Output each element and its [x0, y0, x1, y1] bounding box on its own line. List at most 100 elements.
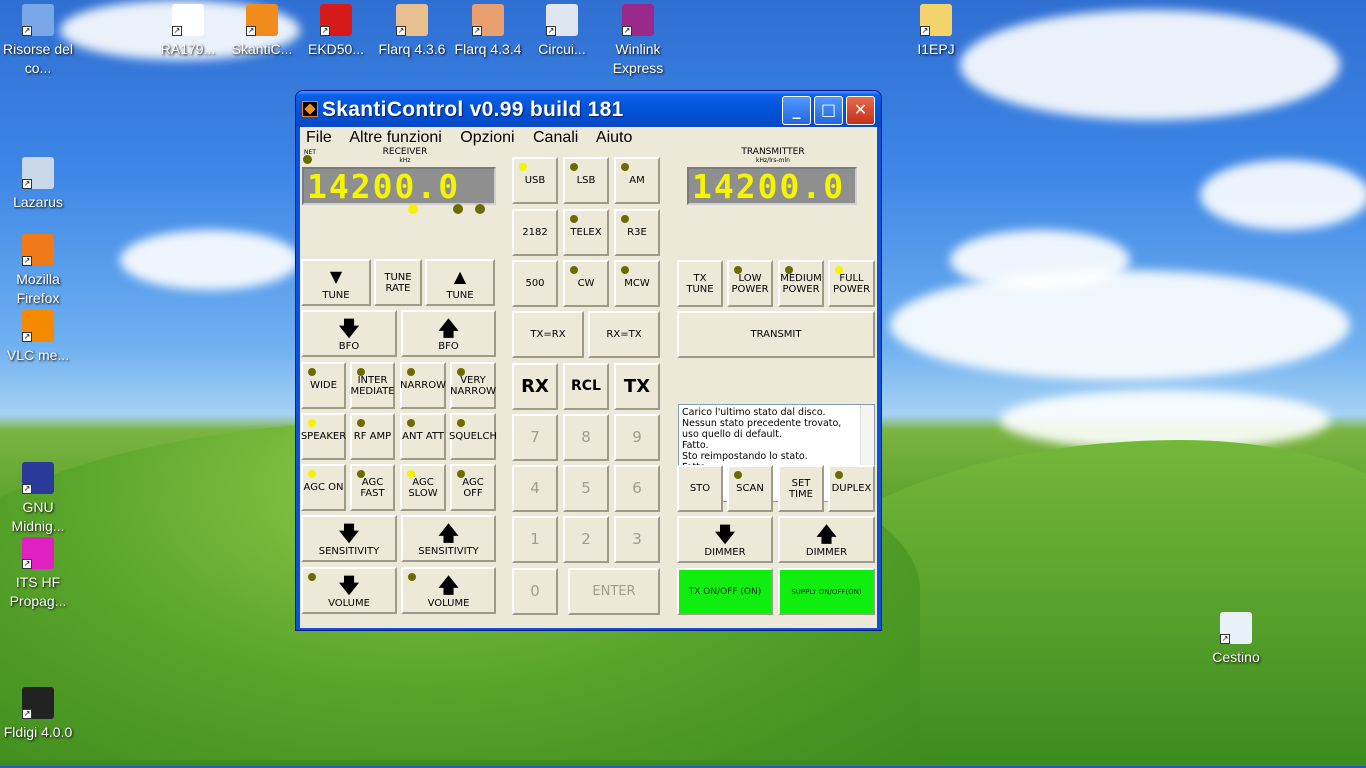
- menu-canali[interactable]: Canali: [533, 129, 578, 146]
- r3e-led: [621, 215, 629, 223]
- title-bar[interactable]: SkantiControl v0.99 build 181 _ □ ✕: [296, 91, 881, 127]
- tx-tune-button[interactable]: TX TUNE: [677, 260, 723, 307]
- desktop-circuit[interactable]: ↗ Circui...: [524, 2, 600, 59]
- arrow-up-icon: 🡅: [438, 316, 459, 340]
- desktop-icon-label: ITS HF Propag...: [9, 574, 67, 609]
- volume-up-button[interactable]: 🡅 VOLUME: [401, 567, 496, 614]
- squelch-led: [457, 419, 465, 427]
- desktop-icon-label: I1EPJ: [917, 41, 955, 57]
- rx-equals-tx-button[interactable]: RX=TX: [588, 311, 660, 358]
- very-narrow-button[interactable]: VERY NARROW: [450, 362, 496, 409]
- squelch-button[interactable]: SQUELCH: [449, 413, 497, 460]
- net-indicator: [303, 155, 312, 164]
- low-power-button[interactable]: LOW POWER: [727, 260, 773, 307]
- ant-att-button[interactable]: ANT ATT: [400, 413, 446, 460]
- menu-file[interactable]: File: [306, 129, 332, 146]
- key-8[interactable]: 8: [563, 414, 609, 461]
- lazarus-icon: ↗: [22, 157, 54, 189]
- desktop-gnu-midnight[interactable]: ↗ GNU Midnig...: [0, 460, 76, 536]
- menu-altre-funzioni[interactable]: Altre funzioni: [349, 129, 442, 146]
- supply-onoff-button[interactable]: SUPPLY ON/OFF(ON): [778, 568, 875, 615]
- cw-led: [570, 266, 578, 274]
- speaker-button[interactable]: SPEAKER: [301, 413, 346, 460]
- minimize-button[interactable]: _: [782, 96, 811, 125]
- mcw-button[interactable]: MCW: [614, 260, 660, 307]
- tune-down-button[interactable]: ▼ TUNE: [301, 259, 371, 306]
- key-3[interactable]: 3: [614, 516, 660, 563]
- ch-2182-button[interactable]: 2182: [512, 209, 558, 256]
- key-7[interactable]: 7: [512, 414, 558, 461]
- key-2[interactable]: 2: [563, 516, 609, 563]
- rx-button[interactable]: RX: [512, 363, 558, 410]
- sensitivity-up-button[interactable]: 🡅 SENSITIVITY: [401, 515, 496, 562]
- bfo-up-button[interactable]: 🡅 BFO: [401, 310, 496, 357]
- desktop-my-computer[interactable]: ↗ Risorse del co...: [0, 2, 76, 78]
- volume-down-button[interactable]: 🡇 VOLUME: [301, 567, 397, 614]
- scan-led: [734, 471, 742, 479]
- recycle-bin-icon: ↗: [1220, 612, 1252, 644]
- tune-up-button[interactable]: ▲ TUNE: [425, 259, 495, 306]
- desktop-skanticontrol[interactable]: ↗ SkantiC...: [224, 2, 300, 59]
- close-button[interactable]: ✕: [846, 96, 875, 125]
- desktop-ra179[interactable]: ↗ RA179...: [150, 2, 226, 59]
- desktop-its-hf[interactable]: ↗ ITS HF Propag...: [0, 535, 76, 611]
- wide-button[interactable]: WIDE: [301, 362, 346, 409]
- key-6[interactable]: 6: [614, 465, 660, 512]
- duplex-button[interactable]: DUPLEX: [828, 465, 875, 512]
- enter-button[interactable]: ENTER: [568, 568, 660, 615]
- menu-aiuto[interactable]: Aiuto: [596, 129, 632, 146]
- desktop-lazarus[interactable]: ↗ Lazarus: [0, 155, 76, 212]
- desktop-flarq-434[interactable]: ↗ Flarq 4.3.4: [450, 2, 526, 59]
- bfo-down-button[interactable]: 🡇 BFO: [301, 310, 397, 357]
- tx-button[interactable]: TX: [614, 363, 660, 410]
- desktop-fldigi[interactable]: ↗ Fldigi 4.0.0: [0, 685, 76, 742]
- desktop-ekd50[interactable]: ↗ EKD50...: [298, 2, 374, 59]
- transmit-button[interactable]: TRANSMIT: [677, 311, 875, 358]
- full-power-button[interactable]: FULL POWER: [828, 260, 875, 307]
- desktop-flarq-436[interactable]: ↗ Flarq 4.3.6: [374, 2, 450, 59]
- rf-amp-led: [357, 419, 365, 427]
- desktop-folder[interactable]: ↗ I1EPJ: [898, 2, 974, 59]
- rcl-button[interactable]: RCL: [563, 363, 609, 410]
- key-5[interactable]: 5: [563, 465, 609, 512]
- tx-onoff-button[interactable]: TX ON/OFF (ON): [677, 568, 773, 615]
- am-button[interactable]: AM: [614, 157, 660, 204]
- arrow-down-icon: ▼: [329, 267, 343, 286]
- rf-amp-button[interactable]: RF AMP: [350, 413, 395, 460]
- maximize-button[interactable]: □: [814, 96, 843, 125]
- desktop-recycle-bin[interactable]: ↗ Cestino: [1198, 610, 1274, 667]
- telex-button[interactable]: TELEX: [563, 209, 609, 256]
- set-time-button[interactable]: SET TIME: [778, 465, 824, 512]
- key-0[interactable]: 0: [512, 568, 558, 615]
- desktop-firefox[interactable]: ↗ Mozilla Firefox: [0, 232, 76, 308]
- key-1[interactable]: 1: [512, 516, 558, 563]
- dimmer-down-button[interactable]: 🡇 DIMMER: [677, 516, 773, 563]
- lsb-led: [570, 163, 578, 171]
- ch-500-button[interactable]: 500: [512, 260, 558, 307]
- r3e-button[interactable]: R3E: [614, 209, 660, 256]
- key-9[interactable]: 9: [614, 414, 660, 461]
- tune-rate-button[interactable]: TUNE RATE: [374, 259, 422, 306]
- cw-button[interactable]: CW: [563, 260, 609, 307]
- key-4[interactable]: 4: [512, 465, 558, 512]
- dimmer-up-button[interactable]: 🡅 DIMMER: [778, 516, 875, 563]
- agc-slow-button[interactable]: AGC SLOW: [400, 464, 446, 511]
- firefox-icon: ↗: [22, 234, 54, 266]
- agc-fast-button[interactable]: AGC FAST: [350, 464, 395, 511]
- agc-on-button[interactable]: AGC ON: [301, 464, 346, 511]
- intermediate-button[interactable]: INTER MEDIATE: [350, 362, 395, 409]
- desktop-winlink[interactable]: ↗ Winlink Express: [600, 2, 676, 78]
- arrow-down-icon: 🡇: [338, 316, 360, 340]
- agc-off-button[interactable]: AGC OFF: [450, 464, 496, 511]
- sto-button[interactable]: STO: [677, 465, 723, 512]
- sensitivity-down-button[interactable]: 🡇 SENSITIVITY: [301, 515, 397, 562]
- mcw-led: [621, 266, 629, 274]
- scan-button[interactable]: SCAN: [727, 465, 773, 512]
- tx-equals-rx-button[interactable]: TX=RX: [512, 311, 584, 358]
- narrow-button[interactable]: NARROW: [400, 362, 446, 409]
- desktop-vlc[interactable]: ↗ VLC me...: [0, 308, 76, 365]
- lsb-button[interactable]: LSB: [563, 157, 609, 204]
- medium-power-button[interactable]: MEDIUM POWER: [778, 260, 824, 307]
- usb-button[interactable]: USB: [512, 157, 558, 204]
- menu-opzioni[interactable]: Opzioni: [460, 129, 514, 146]
